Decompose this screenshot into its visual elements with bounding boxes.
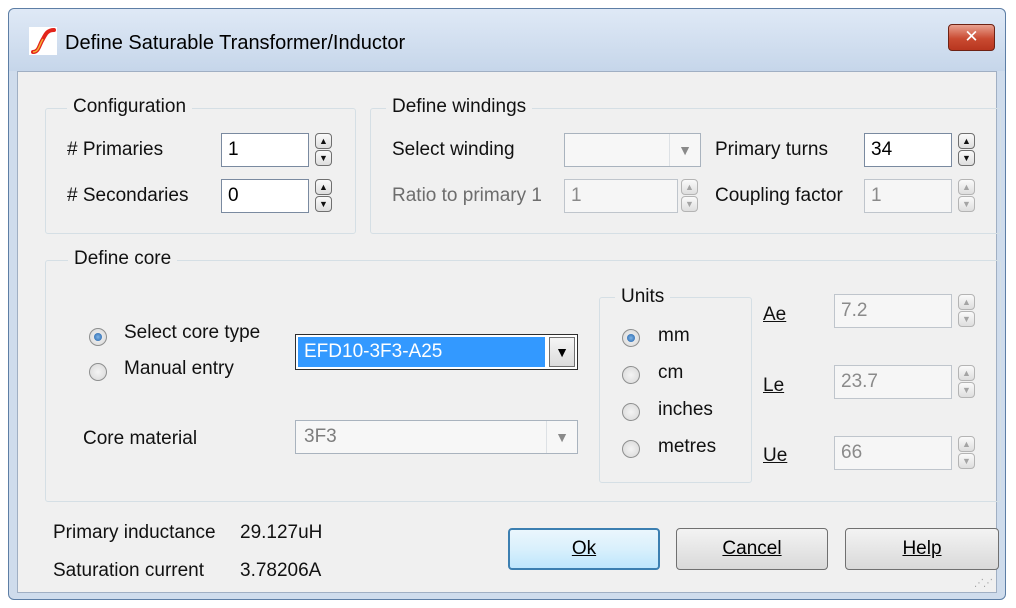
ratio-input[interactable]: 1 bbox=[564, 179, 678, 213]
ae-input[interactable]: 7.2 bbox=[834, 294, 952, 328]
ae-spinner[interactable]: ▲ ▼ bbox=[958, 294, 975, 328]
dialog-window: Define Saturable Transformer/Inductor ✕ … bbox=[8, 8, 1006, 600]
chevron-down-icon[interactable]: ▼ bbox=[546, 421, 577, 453]
ratio-spinner[interactable]: ▲ ▼ bbox=[681, 179, 698, 213]
manual-entry-radio[interactable] bbox=[89, 363, 107, 381]
spin-up-icon[interactable]: ▲ bbox=[315, 133, 332, 149]
spin-up-icon[interactable]: ▲ bbox=[315, 179, 332, 195]
units-option-cm[interactable]: cm bbox=[658, 362, 683, 384]
select-core-type-label[interactable]: Select core type bbox=[124, 322, 260, 344]
resize-grip-icon[interactable]: ⋰⋰ bbox=[974, 578, 993, 589]
spin-down-icon[interactable]: ▼ bbox=[958, 382, 975, 398]
le-input[interactable]: 23.7 bbox=[834, 365, 952, 399]
primary-turns-input[interactable]: 34 bbox=[864, 133, 952, 167]
manual-entry-label[interactable]: Manual entry bbox=[124, 358, 234, 380]
spin-down-icon[interactable]: ▼ bbox=[315, 150, 332, 166]
primaries-spinner[interactable]: ▲ ▼ bbox=[315, 133, 332, 167]
secondaries-input[interactable]: 0 bbox=[221, 179, 309, 213]
coupling-factor-spinner[interactable]: ▲ ▼ bbox=[958, 179, 975, 213]
simetrix-logo-icon bbox=[29, 27, 57, 55]
windings-group bbox=[370, 108, 1001, 234]
ue-spinner[interactable]: ▲ ▼ bbox=[958, 436, 975, 470]
dialog-client: Configuration # Primaries 1 ▲ ▼ # Second… bbox=[17, 71, 1001, 593]
saturation-current-value: 3.78206A bbox=[240, 560, 322, 581]
spin-up-icon[interactable]: ▲ bbox=[958, 365, 975, 381]
le-label: Le bbox=[763, 375, 785, 396]
select-winding-dropdown[interactable]: ▼ bbox=[564, 133, 701, 167]
saturation-current-label: Saturation current bbox=[53, 560, 205, 581]
select-core-type-radio[interactable] bbox=[89, 328, 107, 346]
units-option-inches[interactable]: inches bbox=[658, 399, 713, 421]
primary-turns-label: Primary turns bbox=[715, 139, 828, 160]
primaries-input[interactable]: 1 bbox=[221, 133, 309, 167]
ue-label: Ue bbox=[763, 445, 788, 466]
configuration-group bbox=[45, 108, 356, 234]
close-icon: ✕ bbox=[964, 27, 979, 46]
core-material-dropdown[interactable]: 3F3 ▼ bbox=[295, 420, 578, 454]
spin-down-icon[interactable]: ▼ bbox=[958, 196, 975, 212]
spin-up-icon[interactable]: ▲ bbox=[681, 179, 698, 195]
primary-turns-spinner[interactable]: ▲ ▼ bbox=[958, 133, 975, 167]
secondaries-label: # Secondaries bbox=[67, 185, 189, 206]
help-button-label: Help bbox=[902, 538, 942, 559]
units-radio-cm[interactable] bbox=[622, 366, 640, 384]
windings-group-label: Define windings bbox=[386, 96, 533, 118]
title-bar[interactable]: Define Saturable Transformer/Inductor ✕ bbox=[9, 9, 1005, 71]
chevron-down-icon[interactable]: ▼ bbox=[669, 134, 700, 166]
cancel-button[interactable]: Cancel bbox=[676, 528, 828, 570]
ok-button[interactable]: Ok bbox=[508, 528, 660, 570]
secondaries-spinner[interactable]: ▲ ▼ bbox=[315, 179, 332, 213]
core-type-dropdown[interactable]: EFD10-3F3-A25 ▼ bbox=[295, 334, 578, 370]
coupling-factor-input[interactable]: 1 bbox=[864, 179, 952, 213]
primaries-label: # Primaries bbox=[67, 139, 164, 160]
close-button[interactable]: ✕ bbox=[948, 24, 995, 51]
spin-down-icon[interactable]: ▼ bbox=[681, 196, 698, 212]
units-radio-metres[interactable] bbox=[622, 440, 640, 458]
units-option-mm[interactable]: mm bbox=[658, 325, 690, 347]
select-winding-label: Select winding bbox=[392, 139, 515, 160]
units-radio-mm[interactable] bbox=[622, 329, 640, 347]
help-button[interactable]: Help bbox=[845, 528, 999, 570]
core-type-value: EFD10-3F3-A25 bbox=[298, 337, 545, 367]
spin-up-icon[interactable]: ▲ bbox=[958, 436, 975, 452]
le-spinner[interactable]: ▲ ▼ bbox=[958, 365, 975, 399]
primary-inductance-label: Primary inductance bbox=[53, 522, 216, 543]
chevron-down-icon[interactable]: ▼ bbox=[549, 337, 575, 367]
units-group-label: Units bbox=[615, 286, 671, 308]
cancel-button-label: Cancel bbox=[722, 538, 782, 559]
core-material-value: 3F3 bbox=[304, 426, 337, 447]
spin-down-icon[interactable]: ▼ bbox=[315, 196, 332, 212]
primary-inductance-value: 29.127uH bbox=[240, 522, 323, 543]
window-title: Define Saturable Transformer/Inductor bbox=[65, 32, 406, 54]
spin-down-icon[interactable]: ▼ bbox=[958, 150, 975, 166]
coupling-factor-label: Coupling factor bbox=[715, 185, 843, 206]
configuration-group-label: Configuration bbox=[67, 96, 193, 118]
ue-input[interactable]: 66 bbox=[834, 436, 952, 470]
spin-up-icon[interactable]: ▲ bbox=[958, 294, 975, 310]
ok-button-label: Ok bbox=[571, 538, 597, 559]
spin-down-icon[interactable]: ▼ bbox=[958, 311, 975, 327]
spin-down-icon[interactable]: ▼ bbox=[958, 453, 975, 469]
spin-up-icon[interactable]: ▲ bbox=[958, 133, 975, 149]
units-option-metres[interactable]: metres bbox=[658, 436, 716, 458]
core-material-label: Core material bbox=[83, 428, 198, 449]
units-radio-inches[interactable] bbox=[622, 403, 640, 421]
ratio-label: Ratio to primary 1 bbox=[392, 185, 542, 206]
ae-label: Ae bbox=[763, 304, 787, 325]
spin-up-icon[interactable]: ▲ bbox=[958, 179, 975, 195]
core-group-label: Define core bbox=[68, 248, 178, 270]
